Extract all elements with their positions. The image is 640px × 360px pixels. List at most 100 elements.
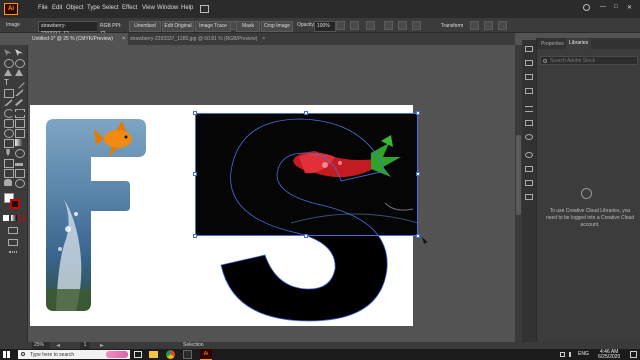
curvature-tool-icon[interactable] — [15, 69, 23, 76]
windows-start-icon[interactable] — [3, 351, 10, 358]
vertical-scrollbar[interactable] — [515, 45, 522, 342]
recolor-icon[interactable] — [484, 21, 493, 30]
taskbar-search-box[interactable]: Type here to search — [18, 350, 130, 359]
artboards-panel-icon[interactable] — [525, 194, 533, 200]
slice-tool-icon[interactable] — [15, 169, 25, 178]
clock-date[interactable]: 6/25/2020 — [598, 354, 620, 360]
illustrator-taskbar-icon[interactable]: Ai — [200, 349, 212, 360]
transform-panel-icon[interactable] — [525, 46, 533, 52]
image-trace-button[interactable]: Image Trace — [195, 21, 231, 32]
draw-mode-icon[interactable] — [8, 227, 18, 234]
none-mode-button[interactable] — [19, 215, 25, 221]
close-tab-icon[interactable]: × — [122, 33, 125, 45]
tab-untitled-1[interactable]: Untitled-1* @ 25 % (CMYK/Preview) × — [28, 33, 128, 45]
letter-f-image-mask[interactable] — [46, 119, 146, 311]
transparency-panel-icon[interactable] — [525, 134, 533, 140]
scale-tool-icon[interactable] — [15, 109, 25, 118]
align-left-icon[interactable] — [384, 21, 393, 30]
selection-handle[interactable] — [416, 172, 420, 176]
menu-object[interactable]: Object — [66, 5, 83, 11]
align-center-icon[interactable] — [398, 21, 407, 30]
hand-tool-icon[interactable] — [4, 179, 12, 186]
menu-window[interactable]: Window — [157, 5, 178, 11]
free-transform-tool-icon[interactable] — [15, 119, 25, 128]
appearance-panel-icon[interactable] — [525, 152, 533, 158]
perspective-grid-tool-icon[interactable] — [15, 129, 25, 138]
linked-file-name[interactable]: strawberry-2293337_12... — [38, 21, 98, 37]
column-graph-tool-icon[interactable] — [15, 159, 23, 166]
tab-strawberry[interactable]: strawberry-2293337_1280.jpg @ 60.81 % (R… — [126, 33, 268, 45]
task-view-icon[interactable] — [134, 351, 142, 358]
file-explorer-icon[interactable] — [149, 351, 158, 358]
crop-image-button[interactable]: Crop Image — [261, 21, 293, 32]
current-tool-status[interactable]: Selection — [183, 342, 204, 349]
selection-handle[interactable] — [304, 234, 308, 238]
tab-properties[interactable]: Properties — [541, 41, 564, 47]
stroke-panel-icon[interactable] — [525, 106, 533, 112]
menu-edit[interactable]: Edit — [52, 5, 62, 11]
selection-handle[interactable] — [193, 172, 197, 176]
pathfinder-panel-icon[interactable] — [525, 74, 533, 80]
graphic-styles-panel-icon[interactable] — [525, 166, 533, 172]
minimize-button[interactable]: — — [600, 4, 606, 10]
tab-libraries[interactable]: Libraries — [566, 38, 592, 49]
gradient-panel-icon[interactable] — [525, 120, 533, 126]
rectangle-tool-icon[interactable] — [4, 89, 14, 98]
unembed-button[interactable]: Unembed — [129, 21, 161, 32]
edit-original-button[interactable]: Edit Original — [162, 21, 194, 32]
align-right-icon[interactable] — [412, 21, 421, 30]
volume-icon[interactable] — [569, 352, 574, 357]
eyedropper-tool-icon[interactable] — [6, 149, 10, 156]
gradient-tool-icon[interactable] — [15, 139, 23, 146]
shapes-panel-icon[interactable] — [525, 88, 533, 94]
selection-handle[interactable] — [193, 234, 197, 238]
magic-wand-tool-icon[interactable] — [4, 59, 14, 68]
network-icon[interactable] — [560, 352, 565, 357]
app-icon[interactable] — [183, 350, 192, 359]
close-button[interactable]: ✕ — [627, 4, 632, 11]
first-artboard-icon[interactable] — [56, 344, 60, 347]
stock-search-input[interactable]: Search Adobe Stock — [540, 56, 638, 65]
search-icon[interactable] — [583, 4, 590, 11]
canvas-area[interactable] — [28, 45, 515, 342]
gradient-mode-button[interactable] — [11, 215, 17, 221]
symbol-sprayer-tool-icon[interactable] — [4, 159, 14, 168]
distribute-icon[interactable] — [350, 21, 359, 30]
selection-handle[interactable] — [304, 111, 308, 115]
menu-help[interactable]: Help — [181, 5, 193, 11]
rotate-tool-icon[interactable] — [4, 109, 14, 118]
blend-tool-icon[interactable] — [15, 149, 25, 158]
menu-file[interactable]: File — [38, 5, 48, 11]
color-mode-button[interactable] — [3, 215, 9, 221]
chrome-icon[interactable] — [166, 350, 175, 359]
menu-effect[interactable]: Effect — [122, 5, 137, 11]
align-panel-icon[interactable] — [525, 60, 533, 66]
arrange-documents-icon[interactable] — [200, 5, 209, 13]
zoom-tool-icon[interactable] — [15, 179, 25, 188]
maximize-button[interactable]: □ — [614, 4, 618, 10]
panel-menu-icon[interactable] — [498, 21, 507, 30]
width-tool-icon[interactable] — [4, 119, 14, 128]
opacity-input[interactable]: 100% — [314, 21, 336, 32]
stroke-swatch[interactable] — [10, 199, 20, 209]
scroll-thumb[interactable] — [516, 135, 521, 215]
artboard-number-field[interactable]: 1 — [80, 342, 90, 349]
edit-toolbar-icon[interactable] — [9, 251, 17, 253]
close-tab-icon[interactable]: × — [262, 33, 265, 45]
layers-panel-icon[interactable] — [525, 180, 533, 186]
align-icon[interactable] — [336, 21, 345, 30]
artboard-tool-icon[interactable] — [4, 169, 14, 178]
transform-button[interactable]: Transform — [437, 21, 467, 32]
menu-view[interactable]: View — [142, 5, 155, 11]
reference-point-icon[interactable] — [366, 21, 375, 30]
selection-tool-icon[interactable] — [4, 49, 12, 56]
shaper-tool-icon[interactable] — [4, 99, 12, 106]
screen-mode-icon[interactable] — [8, 239, 18, 246]
isolate-icon[interactable] — [470, 21, 479, 30]
direct-selection-tool-icon[interactable] — [15, 49, 23, 56]
menu-type[interactable]: Type — [87, 5, 100, 11]
selection-handle[interactable] — [416, 234, 420, 238]
mesh-tool-icon[interactable] — [4, 139, 14, 148]
type-tool-icon[interactable]: T — [4, 79, 12, 87]
selection-handle[interactable] — [416, 111, 420, 115]
